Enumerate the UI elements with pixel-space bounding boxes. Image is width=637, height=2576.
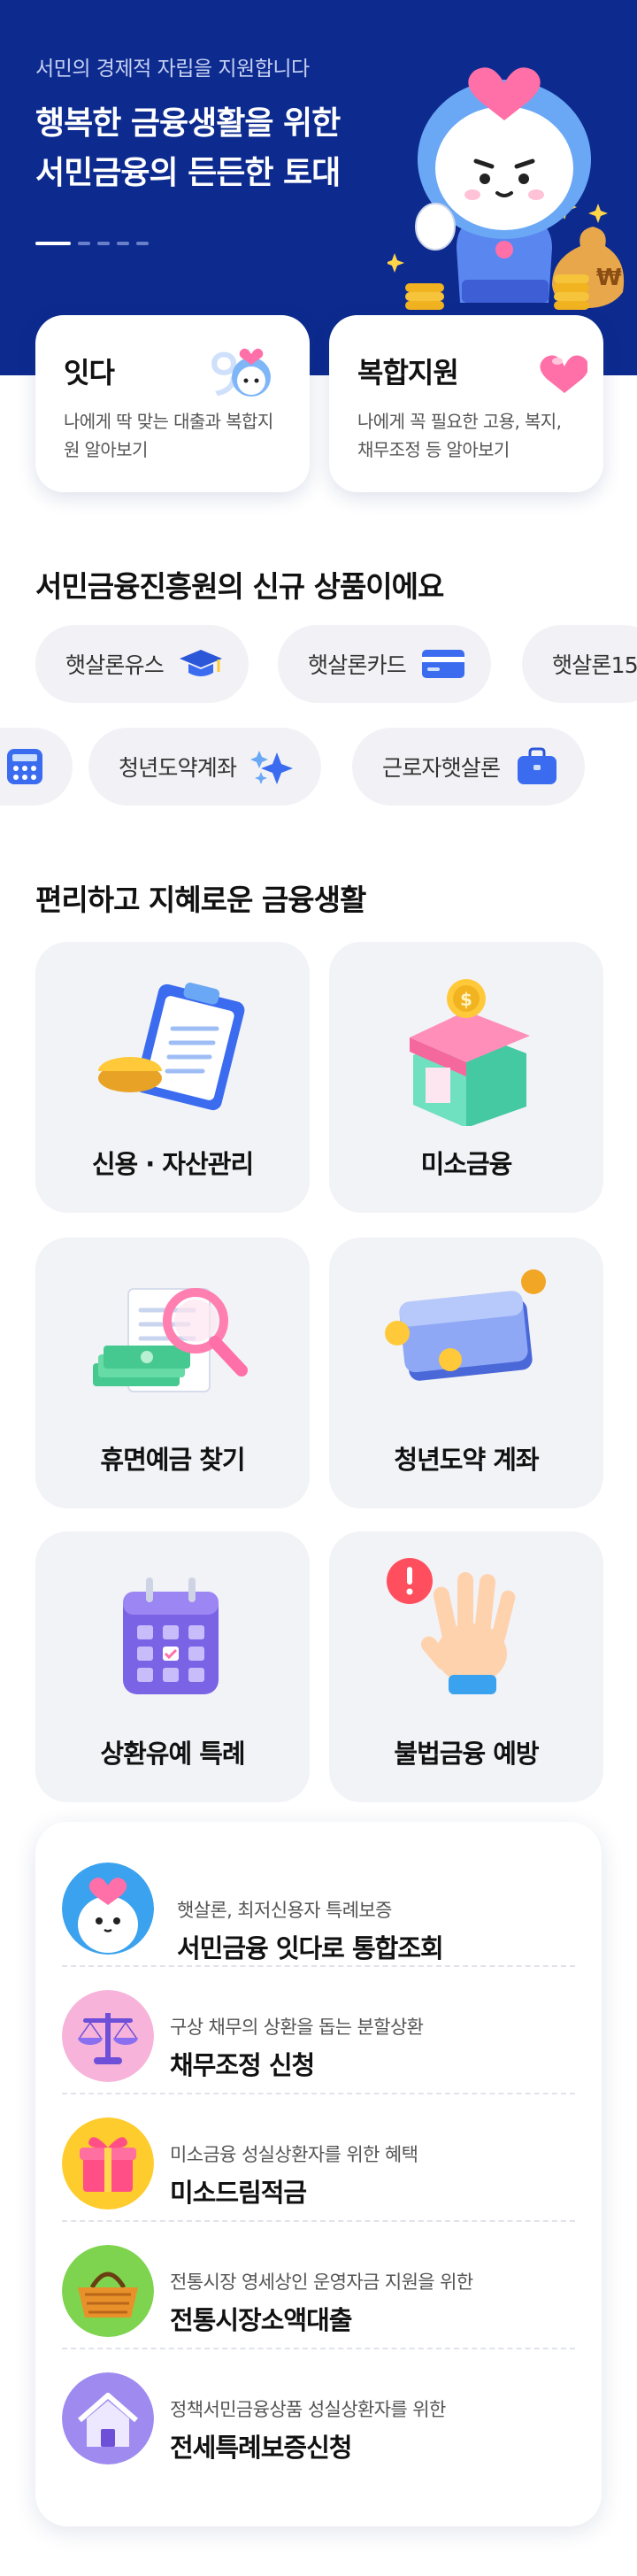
list-item-desc: 미소금융 성실상환자를 위한 혜택 <box>170 2144 418 2165</box>
list-item-smile-dream-savings[interactable]: 미소금융 성실상환자를 위한 혜택 미소드림적금 <box>62 2094 575 2222</box>
hero-title: 행복한 금융생활을 위한 서민금융의 든든한 토대 <box>35 99 341 198</box>
chip-sunshine-card[interactable]: 햇살론카드 <box>278 625 492 703</box>
list-item-title: 서민금융 잇다로 통합조회 <box>177 1933 444 1963</box>
list-item-debt-adjustment[interactable]: 구상 채무의 상환을 돕는 분할상환 채무조정 신청 <box>62 1967 575 2094</box>
magnifier-money-icon <box>93 1288 248 1392</box>
chip-label: 근로자햇살론 <box>382 755 501 781</box>
ita-card-desc: 나에게 딱 맞는 대출과 복합지원 알아보기 <box>64 411 273 460</box>
chip-worker-sunshine[interactable]: 근로자햇살론 <box>352 728 586 806</box>
ita-card[interactable]: 잇다 나에게 딱 맞는 대출과 복합지원 알아보기 잇 <box>35 315 310 492</box>
hero-subtitle: 서민의 경제적 자립을 지원합니다 <box>35 58 310 81</box>
chip-label: 청년도약계좌 <box>119 755 237 781</box>
list-item-desc: 전통시장 영세상인 운영자금 지원을 위한 <box>170 2271 473 2293</box>
service-youth-leap[interactable]: 청년도약 계좌 <box>329 1238 603 1508</box>
mascot-avatar-icon <box>62 1863 154 1955</box>
calendar-icon <box>123 1577 219 1694</box>
new-products-title: 서민금융진흥원의 신규 상품이에요 <box>35 569 444 604</box>
service-label: 휴면예금 찾기 <box>100 1445 245 1475</box>
hero-title-line1: 행복한 금융생활을 위한 <box>35 105 341 142</box>
service-repayment-deferral[interactable]: 상환유예 특례 <box>35 1531 310 1802</box>
scale-icon <box>62 1990 154 2082</box>
combined-support-desc: 나에게 꼭 필요한 고용, 복지, 채무조정 등 알아보기 <box>357 411 562 460</box>
combined-support-card[interactable]: 복합지원 나에게 꼭 필요한 고용, 복지, 채무조정 등 알아보기 <box>329 315 603 492</box>
service-label: 미소금융 <box>420 1149 513 1179</box>
service-label: 신용 · 자산관리 <box>91 1149 254 1179</box>
pager-dot-active[interactable] <box>35 242 71 245</box>
service-list-card: 햇살론, 최저신용자 특례보증 서민금융 잇다로 통합조회 구상 채무의 상환을… <box>35 1822 602 2526</box>
list-item-title: 채무조정 신청 <box>170 2050 315 2080</box>
list-item-desc: 정책서민금융상품 성실상환자를 위한 <box>170 2399 446 2420</box>
warning-hand-icon <box>387 1558 516 1694</box>
svg-text:₩: ₩ <box>596 265 622 291</box>
list-item-market-microloan[interactable]: 전통시장 영세상인 운영자금 지원을 위한 전통시장소액대출 <box>62 2222 575 2349</box>
clipboard-chart-icon <box>98 983 245 1111</box>
store-coin-icon: $ <box>410 979 530 1126</box>
service-credit-asset[interactable]: 신용 · 자산관리 <box>35 942 310 1213</box>
ita-card-title: 잇다 <box>64 356 115 389</box>
service-illegal-finance-prevention[interactable]: 불법금융 예방 <box>329 1531 603 1802</box>
service-label: 청년도약 계좌 <box>394 1445 539 1475</box>
combined-support-title: 복합지원 <box>357 356 459 389</box>
chip-label: 햇살론15 <box>552 652 637 678</box>
house-icon <box>62 2372 154 2464</box>
pager-dot[interactable] <box>117 242 129 245</box>
slide-pager[interactable] <box>35 242 149 245</box>
hero-title-line2: 서민금융의 든든한 토대 <box>35 155 341 191</box>
list-item-jeonse-guarantee[interactable]: 정책서민금융상품 성실상환자를 위한 전세특례보증신청 <box>62 2349 575 2477</box>
chip-calculator[interactable] <box>0 728 73 806</box>
gift-icon <box>62 2117 154 2210</box>
basket-icon <box>62 2245 154 2337</box>
product-chip-row-1[interactable]: 햇살론유스 햇살론카드 햇살론15 <box>0 625 637 706</box>
chip-label: 햇살론카드 <box>308 652 407 678</box>
wallet-coins-icon <box>385 1269 546 1381</box>
service-label: 불법금융 예방 <box>394 1739 539 1769</box>
credit-card-icon <box>422 650 465 678</box>
mascot-ita-logo-icon: 잇 <box>209 346 271 404</box>
chip-sunshine-youth[interactable]: 햇살론유스 <box>35 625 249 703</box>
briefcase-icon <box>518 747 557 784</box>
list-item-title: 전통시장소액대출 <box>170 2305 352 2335</box>
mascot-illustration-icon: ₩ <box>388 67 625 310</box>
pager-dot[interactable] <box>136 242 149 245</box>
pager-dot[interactable] <box>97 242 110 245</box>
list-item-desc: 구상 채무의 상환을 돕는 분할상환 <box>170 2017 424 2038</box>
svg-text:$: $ <box>460 989 472 1010</box>
calculator-icon <box>7 749 42 784</box>
product-chip-row-2[interactable]: 청년도약계좌 근로자햇살론 <box>0 728 637 809</box>
services-title: 편리하고 지혜로운 금융생활 <box>35 883 366 917</box>
pager-dot[interactable] <box>78 242 90 245</box>
chip-label: 햇살론유스 <box>65 652 165 678</box>
list-item-ita-integrated[interactable]: 햇살론, 최저신용자 특례보증 서민금융 잇다로 통합조회 <box>62 1839 575 1967</box>
list-item-desc: 햇살론, 최저신용자 특례보증 <box>177 1900 392 1921</box>
service-micro-finance[interactable]: $ 미소금융 <box>329 942 603 1213</box>
service-label: 상환유예 특례 <box>100 1739 245 1769</box>
sparkle-icon <box>250 751 294 784</box>
service-dormant-deposit[interactable]: 휴면예금 찾기 <box>35 1238 310 1508</box>
graduation-cap-icon <box>180 650 223 676</box>
heart-icon <box>540 355 587 393</box>
chip-sunshine-15[interactable]: 햇살론15 <box>522 625 637 703</box>
list-item-title: 미소드림적금 <box>170 2178 307 2208</box>
chip-youth-leap-account[interactable]: 청년도약계좌 <box>88 728 322 806</box>
list-item-title: 전세특례보증신청 <box>170 2433 352 2463</box>
